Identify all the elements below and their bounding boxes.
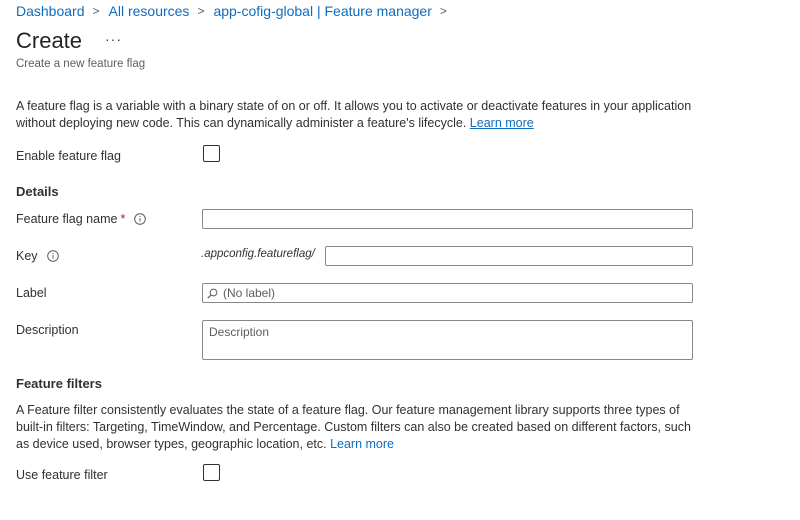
info-icon[interactable]: [46, 250, 59, 262]
feature-flag-name-text: Feature flag name: [16, 212, 118, 226]
chevron-right-icon: >: [92, 4, 100, 18]
feature-filters-description: A Feature filter consistently evaluates …: [16, 402, 706, 453]
key-label: Key: [16, 249, 59, 263]
filters-learn-more-link[interactable]: Learn more: [330, 437, 394, 451]
breadcrumb-all-resources[interactable]: All resources: [109, 3, 190, 19]
chevron-right-icon: >: [439, 4, 447, 18]
label-dropdown[interactable]: (No label): [202, 283, 693, 303]
required-asterisk: *: [120, 212, 126, 226]
learn-more-link[interactable]: Learn more: [470, 116, 534, 130]
key-input[interactable]: [325, 246, 693, 266]
label-field-label: Label: [16, 286, 47, 300]
breadcrumb-dashboard[interactable]: Dashboard: [16, 3, 85, 19]
breadcrumb-feature-manager[interactable]: app-cofig-global | Feature manager: [213, 3, 431, 19]
description-placeholder: Description: [209, 325, 270, 339]
page-subtitle: Create a new feature flag: [16, 58, 146, 70]
use-feature-filter-checkbox[interactable]: [203, 464, 220, 481]
chevron-right-icon: >: [197, 4, 205, 18]
intro-text: A feature flag is a variable with a bina…: [16, 99, 692, 130]
feature-flag-name-label: Feature flag name *: [16, 212, 147, 226]
use-feature-filter-label: Use feature filter: [16, 468, 108, 482]
more-options-button[interactable]: ···: [105, 31, 122, 47]
description-label: Description: [16, 323, 79, 337]
label-placeholder: (No label): [223, 286, 276, 300]
key-prefix: .appconfig.featureflag/: [201, 248, 315, 260]
details-heading: Details: [16, 184, 59, 199]
breadcrumb: Dashboard > All resources > app-cofig-gl…: [16, 3, 456, 19]
page-title: Create: [16, 28, 83, 53]
info-icon[interactable]: [134, 213, 147, 225]
key-text: Key: [16, 249, 38, 263]
enable-feature-flag-label: Enable feature flag: [16, 149, 121, 163]
enable-feature-flag-checkbox[interactable]: [203, 145, 220, 162]
intro-description: A feature flag is a variable with a bina…: [16, 98, 706, 132]
feature-filters-heading: Feature filters: [16, 376, 102, 391]
description-textarea[interactable]: Description: [202, 320, 693, 360]
search-icon: [207, 288, 218, 299]
feature-flag-name-input[interactable]: [202, 209, 693, 229]
